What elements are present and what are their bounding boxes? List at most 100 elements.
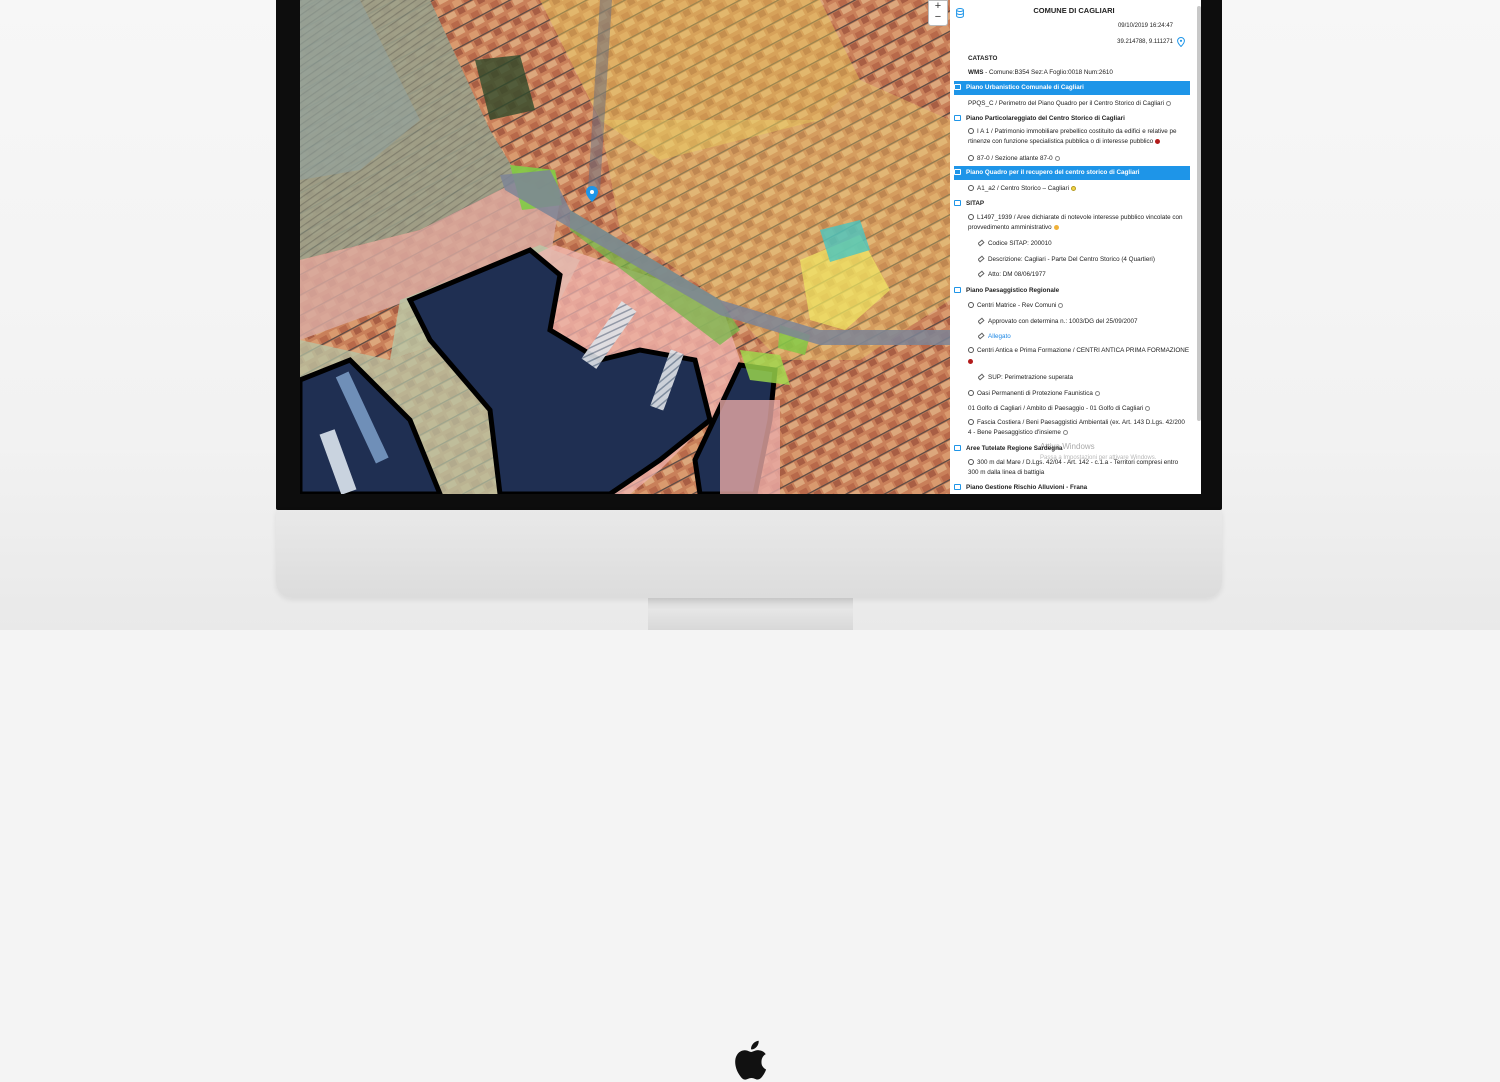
tag-icon	[978, 373, 985, 381]
ppcs-header: Piano Particolareggiato del Centro Stori…	[966, 115, 1125, 122]
ppcs-item1-text-2: rtinenze con funzione specialistica pubb…	[968, 138, 1154, 145]
status-dot	[1094, 391, 1100, 396]
comment-icon	[954, 445, 961, 451]
ppr-item5-line2: 4 - Bene Paesaggistico d'insieme	[968, 428, 1201, 438]
ppr-item1-text: Centri Matrice - Rev Comuni	[977, 302, 1057, 309]
tag-icon	[978, 255, 985, 263]
atrs-item-line2: 300 m dalla linea di battigia	[968, 468, 1201, 478]
info-icon	[968, 459, 974, 465]
section-ppr[interactable]: Piano Paesaggistico Regionale	[954, 284, 1190, 298]
sitap-item-text: L1497_1939 / Aree dichiarate di notevole…	[977, 214, 1183, 221]
puc-item-text: PPQS_C / Perimetro del Piano Quadro per …	[968, 100, 1164, 107]
wms-value: - Comune:B354 Sez:A Foglio:0018 Num:2610	[983, 69, 1113, 76]
atrs-item-text: 300 m dal Mare / D.Lgs. 42/04 - Art. 142…	[977, 459, 1179, 466]
ppcs-item1-line2: rtinenze con funzione specialistica pubb…	[968, 137, 1201, 147]
section-puc[interactable]: Piano Urbanistico Comunale di Cagliari	[954, 81, 1190, 95]
pgra-header: Piano Gestione Rischio Alluvioni - Frana	[966, 484, 1088, 491]
tag-icon	[978, 239, 985, 247]
ppr-item2-sup: SUP: Perimetrazione superata	[978, 371, 1201, 385]
allegato-link[interactable]: Allegato	[988, 333, 1011, 340]
section-sitap[interactable]: SITAP	[954, 197, 1190, 211]
section-piano-quadro[interactable]: Piano Quadro per il recupero del centro …	[954, 166, 1190, 180]
catasto-header: CATASTO	[968, 55, 998, 62]
ppr-item4-text: 01 Golfo di Cagliari / Ambito di Paesagg…	[968, 405, 1144, 412]
database-icon[interactable]	[956, 8, 964, 18]
ppcs-item1-text: I A 1 / Patrimonio immobiliare prebellic…	[977, 128, 1177, 135]
ppcs-item2-text: 87-0 / Sezione atlante 87-0	[977, 155, 1053, 162]
ppr-header: Piano Paesaggistico Regionale	[966, 287, 1060, 294]
pq-item: A1_a2 / Centro Storico – Cagliari	[968, 182, 1201, 196]
coordinates: 39.214788, 9.111271	[1117, 39, 1173, 45]
status-dot	[1062, 430, 1068, 435]
atrs-item-line1: 300 m dal Mare / D.Lgs. 42/04 - Art. 142…	[968, 458, 1201, 468]
comment-icon	[954, 200, 961, 206]
section-pgra[interactable]: Piano Gestione Rischio Alluvioni - Frana	[954, 481, 1190, 494]
comment-icon	[954, 169, 961, 175]
atrs-item-text-2: 300 m dalla linea di battigia	[968, 469, 1045, 476]
sitap-code-text: Codice SITAP: 200010	[988, 240, 1052, 247]
puc-item: PPQS_C / Perimetro del Piano Quadro per …	[968, 97, 1201, 111]
tag-icon	[978, 317, 985, 325]
status-dot	[968, 359, 973, 364]
sitap-atto-text: Atto: DM 08/06/1977	[988, 271, 1046, 278]
info-icon	[968, 155, 974, 161]
wms-label: WMS	[968, 69, 984, 76]
ppr-approved-text: Approvato con determina n.: 1003/DG del …	[988, 318, 1138, 325]
wms-row: WMS - Comune:B354 Sez:A Foglio:0018 Num:…	[968, 66, 1201, 80]
info-icon	[968, 214, 974, 220]
info-icon	[968, 128, 974, 134]
info-icon	[968, 185, 974, 191]
sitap-code: Codice SITAP: 200010	[978, 237, 1201, 251]
satellite-map[interactable]: + −	[300, 0, 950, 494]
comment-icon	[954, 484, 961, 490]
screen: + − COMUNE DI CAGLIARI 09/10/2019 16:24:…	[300, 0, 1201, 494]
ppcs-item2: 87-0 / Sezione atlante 87-0	[968, 152, 1201, 166]
ppr-item3-text: Oasi Permanenti di Protezione Faunistica	[977, 390, 1093, 397]
status-dot	[1054, 156, 1060, 161]
apple-logo-icon	[735, 1040, 767, 1080]
status-dot	[1071, 186, 1077, 191]
scrollbar[interactable]	[1197, 6, 1201, 421]
ppr-item5-text: Fascia Costiera / Beni Paesaggistici Amb…	[977, 419, 1185, 426]
monitor-chin	[276, 510, 1222, 1080]
comment-icon	[954, 115, 961, 121]
sitap-item-text-2: provvedimento amministrativo	[968, 224, 1052, 231]
ppr-sup-text: SUP: Perimetrazione superata	[988, 374, 1074, 381]
zoom-out-button[interactable]: −	[929, 12, 947, 23]
info-panel: COMUNE DI CAGLIARI 09/10/2019 16:24:47 3…	[950, 0, 1201, 494]
info-icon	[968, 419, 974, 425]
ppr-item1-allegato: Allegato	[978, 330, 1201, 344]
section-ppcs[interactable]: Piano Particolareggiato del Centro Stori…	[954, 112, 1190, 126]
zoom-control: + −	[928, 0, 948, 26]
sitap-item-line2: provvedimento amministrativo	[968, 223, 1201, 233]
ppr-item2-text: Centri Antica e Prima Formazione / CENTR…	[977, 347, 1190, 354]
section-atrs[interactable]: Aree Tutelate Regione Sardegna	[954, 442, 1190, 456]
info-icon	[968, 302, 974, 308]
panel-title: COMUNE DI CAGLIARI	[1033, 6, 1115, 15]
ppr-item2: Centri Antica e Prima Formazione / CENTR…	[968, 346, 1201, 356]
status-dot	[1053, 225, 1059, 230]
ppr-item3: Oasi Permanenti di Protezione Faunistica	[968, 387, 1201, 401]
location-pin-icon[interactable]	[1177, 37, 1185, 47]
tag-icon	[978, 270, 985, 278]
ppr-item2-dot	[968, 357, 1201, 367]
sitap-header: SITAP	[966, 200, 985, 207]
ppr-item1-approved: Approvato con determina n.: 1003/DG del …	[978, 315, 1201, 329]
map-canvas	[300, 0, 950, 494]
info-icon	[968, 347, 974, 353]
pq-header: Piano Quadro per il recupero del centro …	[966, 169, 1140, 176]
comment-icon	[954, 287, 961, 293]
status-dot	[1166, 101, 1171, 106]
ppr-item5-text-2: 4 - Bene Paesaggistico d'insieme	[968, 429, 1061, 436]
sitap-desc-text: Descrizione: Cagliari - Parte Del Centro…	[988, 256, 1155, 263]
ppcs-item1-line1: I A 1 / Patrimonio immobiliare prebellic…	[968, 127, 1201, 137]
pq-item-text: A1_a2 / Centro Storico – Cagliari	[977, 185, 1070, 192]
sitap-atto: Atto: DM 08/06/1977	[978, 268, 1201, 282]
ppr-item4: 01 Golfo di Cagliari / Ambito di Paesagg…	[968, 402, 1201, 416]
status-dot	[1155, 139, 1161, 144]
sitap-item-line1: L1497_1939 / Aree dichiarate di notevole…	[968, 213, 1201, 223]
ppr-item5-line1: Fascia Costiera / Beni Paesaggistici Amb…	[968, 418, 1201, 428]
timestamp: 09/10/2019 16:24:47	[1117, 23, 1173, 29]
atrs-header: Aree Tutelate Regione Sardegna	[966, 445, 1063, 452]
tag-icon	[978, 332, 985, 340]
